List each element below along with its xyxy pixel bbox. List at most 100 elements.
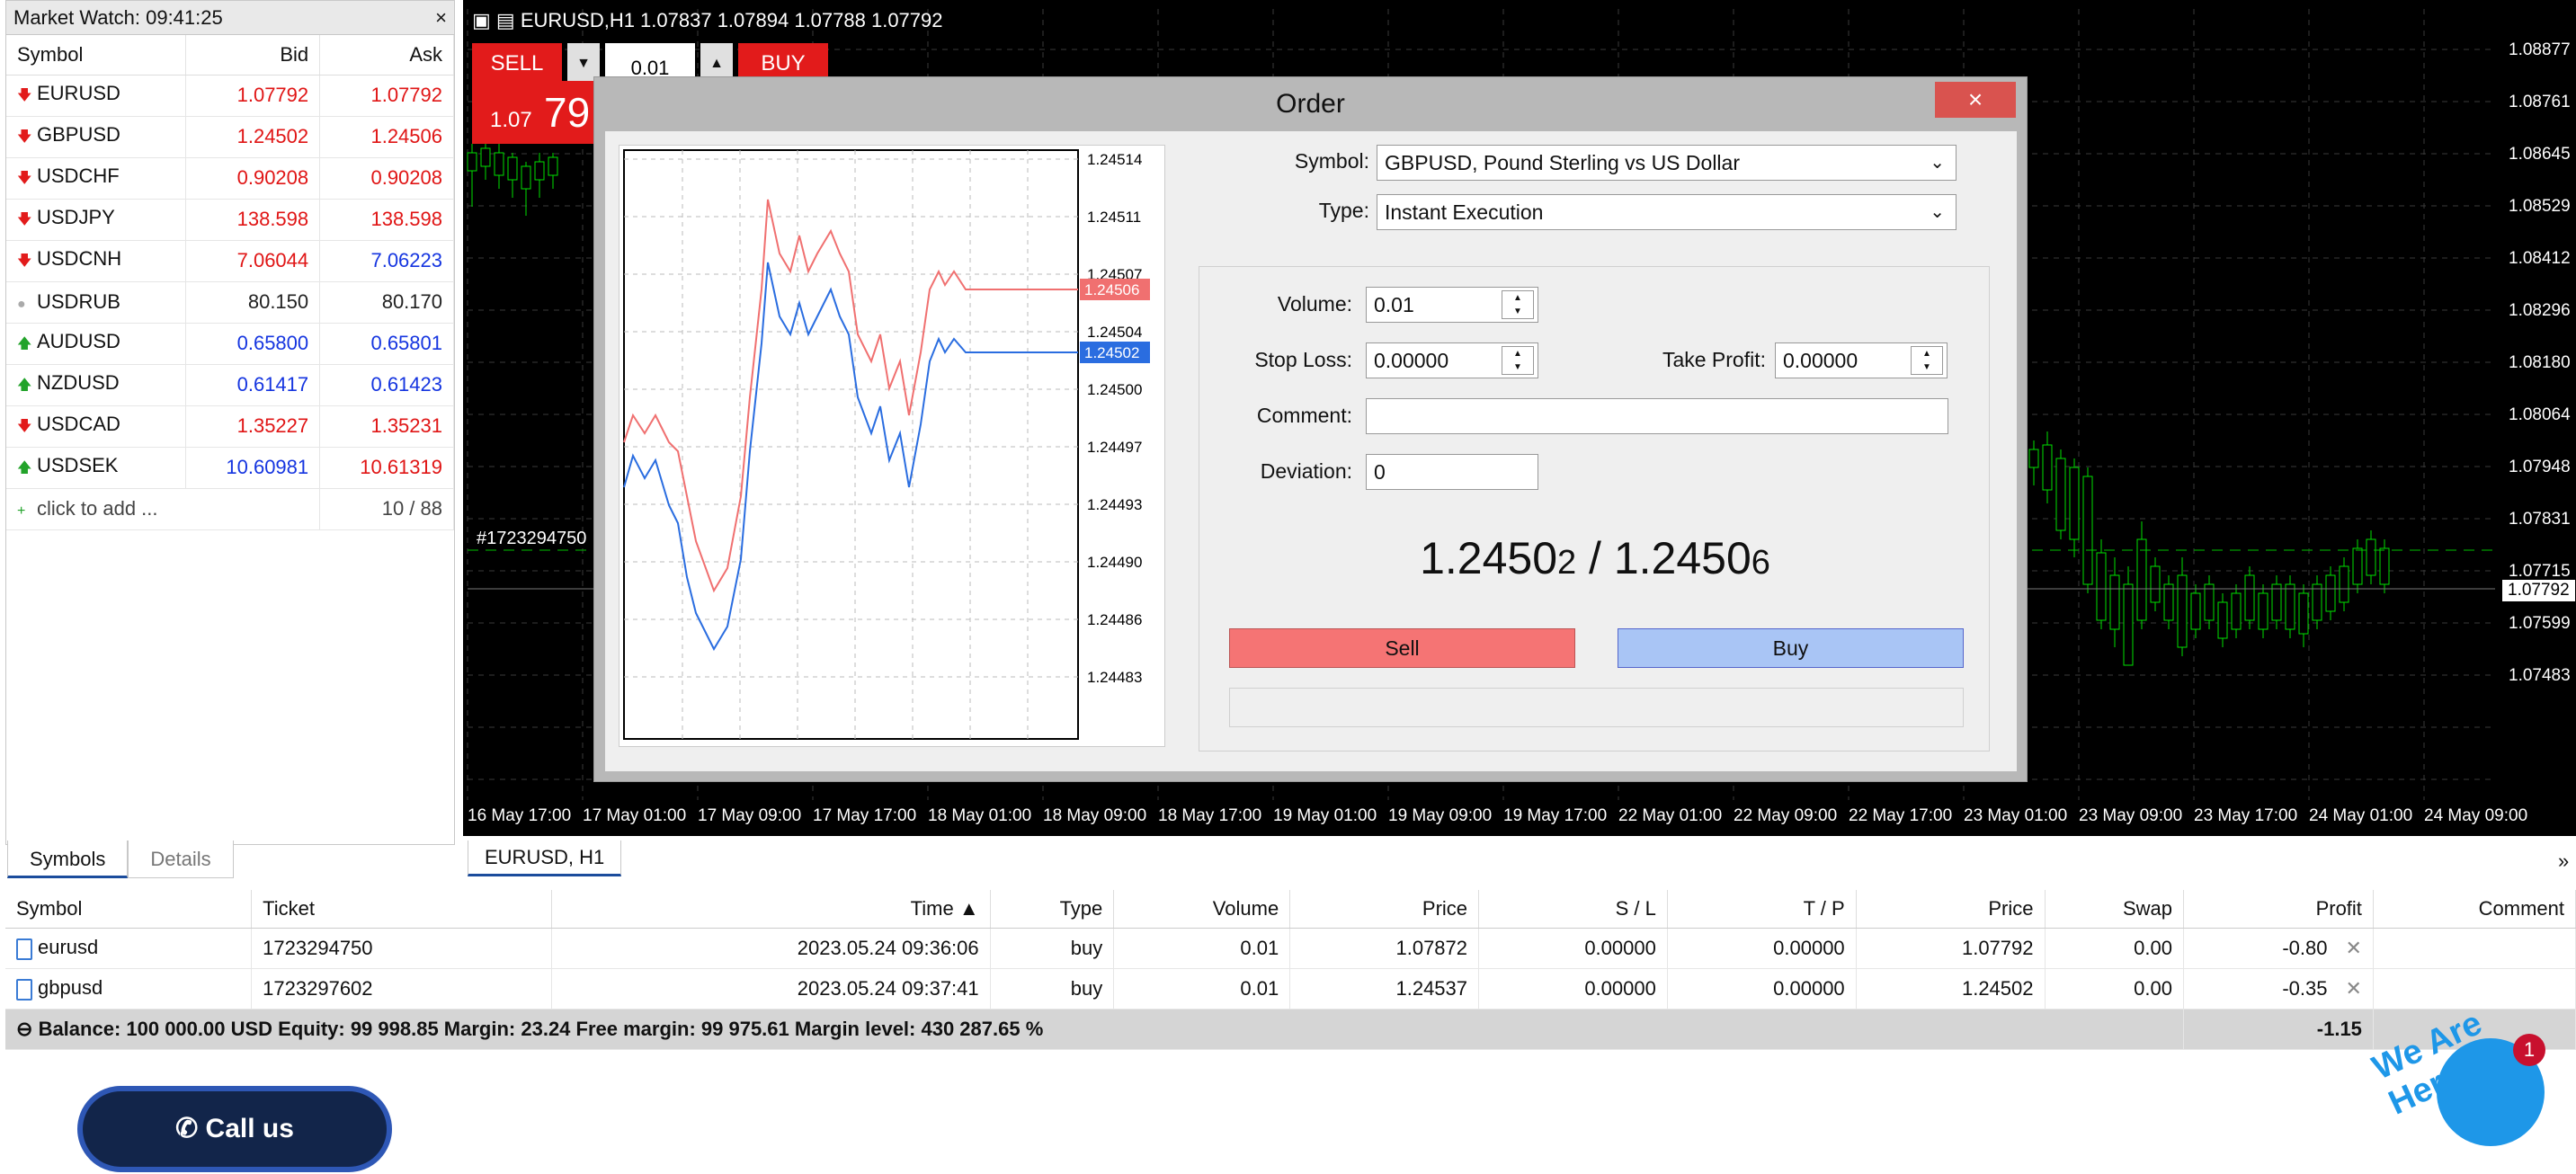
candle-body [2136,538,2147,621]
table-cell: 2023.05.24 09:37:41 [551,968,991,1009]
close-icon[interactable]: × [435,1,447,35]
column-header[interactable]: Price [1289,890,1480,929]
column-header-ask[interactable]: Ask [319,35,454,76]
buy-button[interactable]: Buy [1618,628,1964,668]
call-us-button[interactable]: ✆ Call us [77,1086,392,1172]
comment-field[interactable] [1366,398,1948,434]
column-header[interactable]: Symbol [5,890,253,929]
arrow-down-icon: 🡇 [17,129,32,145]
price-tick-label: 1.07831 [2509,510,2571,529]
arrow-down-icon: 🡇 [17,253,32,269]
time-tick-label: 23 May 17:00 [2194,806,2298,825]
table-cell: 0.00000 [1667,928,1857,969]
plus-icon: + [17,503,26,519]
symbol-cell: 🡇 USDCHF [6,157,187,200]
table-cell: 1.24537 [1289,968,1480,1009]
price-tick-label: 1.08412 [2509,249,2571,268]
symbol-select[interactable]: GBPUSD, Pound Sterling vs US Dollar ⌄ [1377,145,1957,181]
symbol-row[interactable]: 🡅 AUDUSD 0.65800 0.65801 [6,323,454,365]
arrow-down-icon: 🡇 [17,170,32,186]
column-header[interactable]: Profit [2183,890,2374,929]
time-tick-label: 19 May 17:00 [1503,806,1608,825]
dot-icon: ● [17,297,26,312]
tab-details[interactable]: Details [128,840,234,878]
column-header[interactable]: Volume [1113,890,1291,929]
status-bar [1229,688,1964,727]
profit-cell: -0.80 ✕ [2183,928,2374,969]
ask-label: 1.24506 [1084,281,1139,298]
candle-body [2258,592,2268,630]
price-tick-label: 1.08064 [2509,405,2571,424]
volume-field[interactable]: 0.01 ▲ ▼ [1366,287,1538,323]
price-tick-label: 1.24514 [1087,151,1142,168]
time-tick-label: 19 May 09:00 [1388,806,1493,825]
stop-loss-field[interactable]: 0.00000 ▲ ▼ [1366,342,1538,378]
volume-stepper[interactable]: ▲ ▼ [1502,290,1534,319]
one-click-sell-button[interactable]: SELL [472,43,562,84]
close-dialog-button[interactable]: × [1935,82,2016,118]
symbol-row[interactable]: 🡇 USDCAD 1.35227 1.35231 [6,405,454,448]
add-symbol-row[interactable]: + click to add ... 10 / 88 [6,488,454,530]
column-header[interactable]: T / P [1667,890,1857,929]
symbol-row[interactable]: 🡅 NZDUSD 0.61417 0.61423 [6,364,454,406]
candle-body [2285,583,2295,630]
order-type-select[interactable]: Instant Execution ⌄ [1377,194,1957,230]
symbol-row[interactable]: 🡇 USDCHF 0.90208 0.90208 [6,157,454,200]
column-header[interactable]: Type [990,890,1115,929]
stop-loss-label: Stop Loss: [1254,348,1352,371]
table-row[interactable]: eurusd 1723294750 2023.05.24 09:36:06 buy 0.… [5,928,2576,969]
total-profit: -1.15 [2183,1009,2374,1050]
chart-header: ▣ ▤ EURUSD,H1 1.07837 1.07894 1.07788 1.… [472,9,943,31]
take-profit-stepper[interactable]: ▲ ▼ [1911,346,1943,375]
table-cell: 1.07872 [1289,928,1480,969]
type-label: Type: [1318,199,1369,222]
bid-cell: 10.60981 [185,447,321,489]
column-header-symbol[interactable]: Symbol [6,35,187,76]
candle-body [2325,574,2336,612]
symbol-row[interactable]: ● USDRUB 80.150 80.170 [6,281,454,324]
take-profit-label: Take Profit: [1662,348,1766,371]
symbol-row[interactable]: 🡇 EURUSD 1.07792 1.07792 [6,75,454,117]
collapse-icon[interactable]: ⊖ [16,1018,32,1040]
chevron-down-icon: ⌄ [1930,202,1945,222]
symbol-cell: 🡅 USDSEK [6,447,187,489]
column-header[interactable]: Time ▲ [551,890,991,929]
add-symbol-cell[interactable]: + click to add ... [6,488,321,530]
arrow-down-icon: 🡇 [17,87,32,103]
symbol-row[interactable]: 🡇 USDCNH 7.06044 7.06223 [6,240,454,282]
column-header[interactable]: Price [1856,890,2046,929]
close-position-icon[interactable]: ✕ [2345,977,2361,1000]
ask-cell: 1.24506 [319,116,454,158]
symbol-row[interactable]: 🡇 GBPUSD 1.24502 1.24506 [6,116,454,158]
column-header[interactable]: Ticket [251,890,553,929]
column-header[interactable]: Swap [2045,890,2184,929]
column-header[interactable]: Comment [2373,890,2576,929]
market-watch-tabs: Symbols Details [7,840,234,878]
table-row[interactable]: gbpusd 1723297602 2023.05.24 09:37:41 buy 0.… [5,968,2576,1009]
table-cell: 2023.05.24 09:36:06 [551,928,991,969]
bid-label: 1.24502 [1084,344,1139,361]
time-tick-label: 22 May 09:00 [1734,806,1838,825]
symbol-row[interactable]: 🡅 USDSEK 10.60981 10.61319 [6,447,454,489]
column-header[interactable]: S / L [1478,890,1668,929]
table-cell: 1723297602 [251,968,553,1009]
ask-cell: 10.61319 [319,447,454,489]
expand-icon[interactable]: » [2558,849,2569,873]
take-profit-field[interactable]: 0.00000 ▲ ▼ [1775,342,1948,378]
candle-body [2028,449,2039,468]
sell-button[interactable]: Sell [1229,628,1575,668]
candle-body [2082,476,2093,585]
close-position-icon[interactable]: ✕ [2345,937,2361,959]
symbol-row[interactable]: 🡇 USDJPY 138.598 138.598 [6,199,454,241]
deviation-field[interactable]: 0 [1366,454,1538,490]
price-tick-label: 1.08645 [2509,145,2571,164]
sell-price-display[interactable]: 1.07 79 [472,81,607,144]
document-icon [16,978,32,1001]
tab-chart-eurusd[interactable]: EURUSD, H1 [468,840,622,876]
tab-symbols[interactable]: Symbols [7,840,129,878]
market-watch-panel: Market Watch: 09:41:25 × Symbol Bid Ask … [5,0,455,845]
time-tick-label: 18 May 01:00 [928,806,1032,825]
stop-loss-stepper[interactable]: ▲ ▼ [1502,346,1534,375]
column-header-bid[interactable]: Bid [185,35,321,76]
arrow-up-icon: 🡅 [17,377,32,393]
